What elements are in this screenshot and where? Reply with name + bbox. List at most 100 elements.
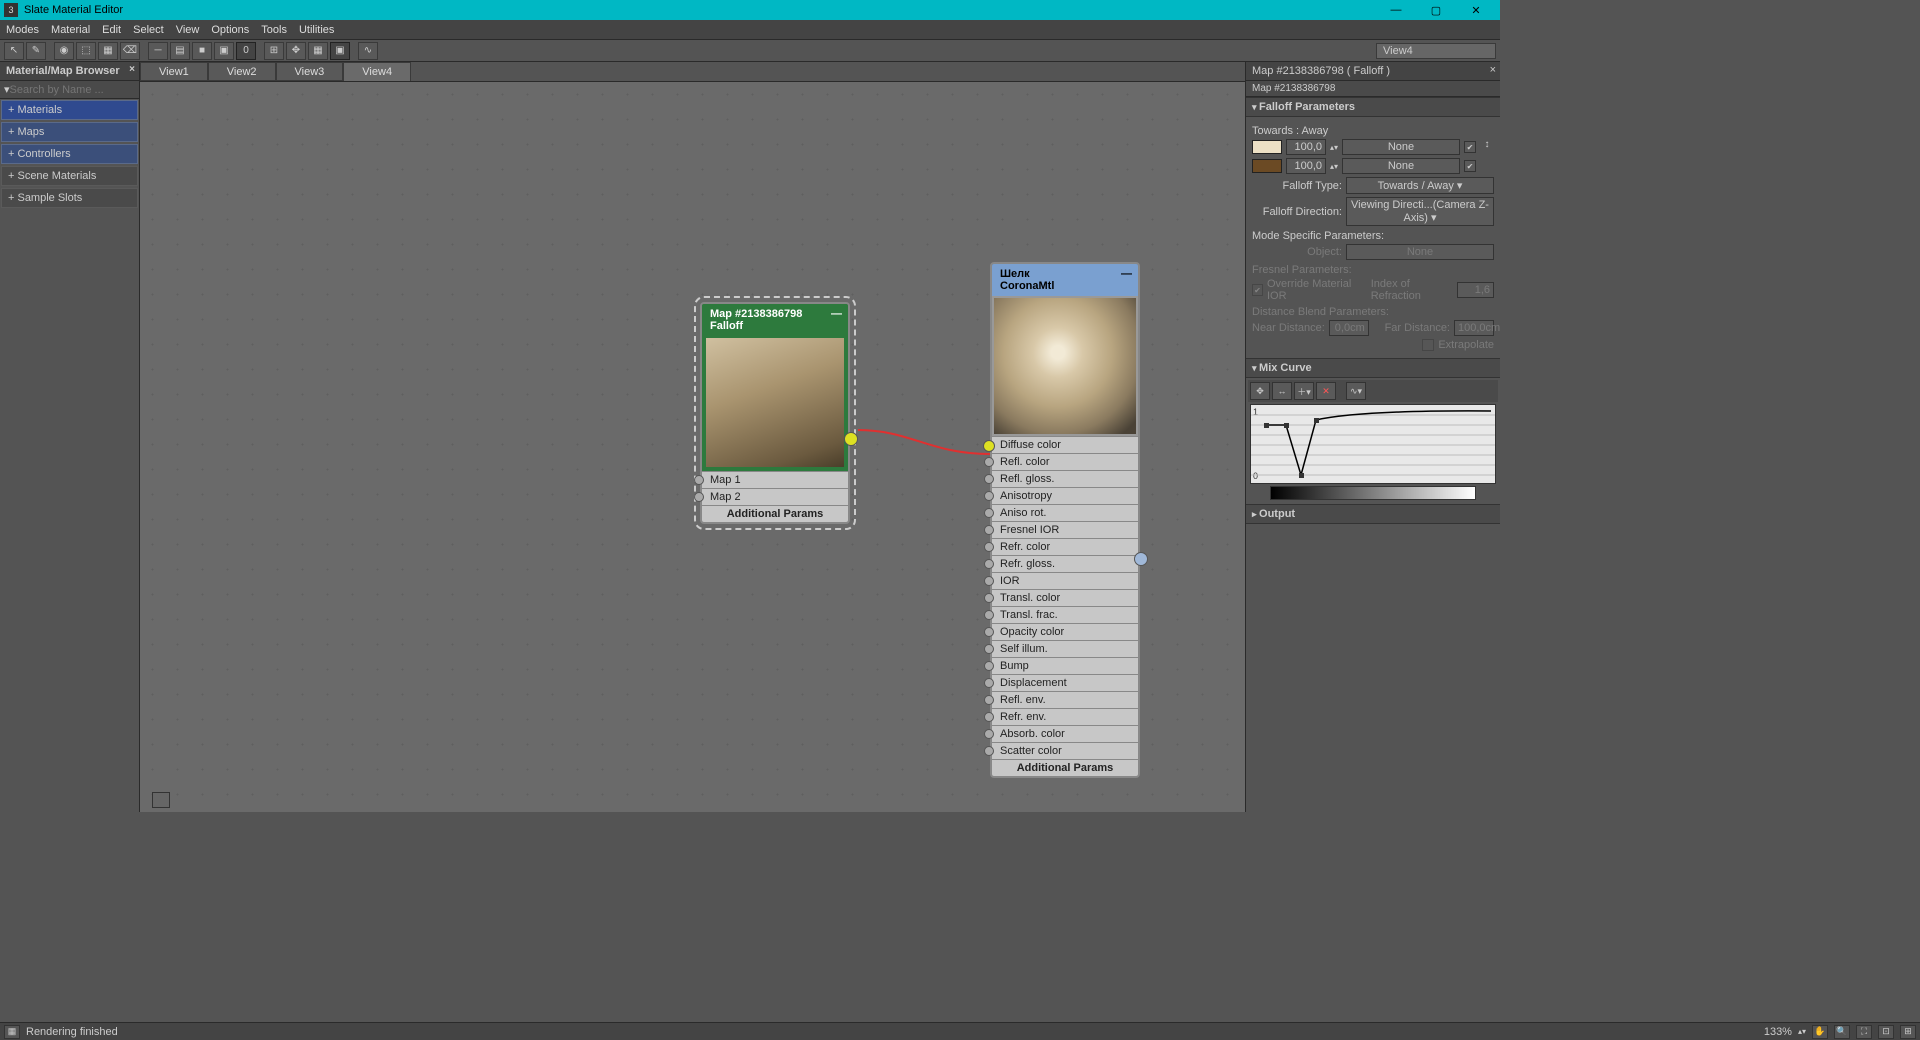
tab-view1[interactable]: View1: [140, 62, 208, 81]
menu-options[interactable]: Options: [211, 24, 249, 36]
color-swatch-2[interactable]: [1252, 159, 1282, 173]
socket-icon[interactable]: [984, 729, 994, 739]
menu-view[interactable]: View: [176, 24, 200, 36]
tool-wire-icon[interactable]: ─: [148, 42, 168, 60]
rollout-output[interactable]: Output: [1246, 504, 1500, 524]
falloff-node-header[interactable]: Map #2138386798 Falloff —: [702, 304, 848, 336]
corona-input-row[interactable]: Diffuse color: [992, 436, 1138, 453]
corona-input-row[interactable]: Refl. env.: [992, 691, 1138, 708]
corona-input-row[interactable]: Fresnel IOR: [992, 521, 1138, 538]
spinner-value-2[interactable]: 100,0: [1286, 158, 1326, 174]
pan-icon[interactable]: ✋: [1812, 1025, 1828, 1039]
falloff-output-socket[interactable]: [844, 432, 858, 446]
spinner-value-1[interactable]: 100,0: [1286, 139, 1326, 155]
rollout-falloff-parameters[interactable]: Falloff Parameters: [1246, 97, 1500, 117]
curve-move-icon[interactable]: ✥: [1250, 382, 1270, 400]
layout-icon[interactable]: ⊞: [1900, 1025, 1916, 1039]
minimize-icon[interactable]: —: [1121, 268, 1132, 280]
menu-edit[interactable]: Edit: [102, 24, 121, 36]
corona-input-row[interactable]: Scatter color: [992, 742, 1138, 759]
menu-modes[interactable]: Modes: [6, 24, 39, 36]
cat-materials[interactable]: + Materials: [1, 100, 138, 120]
falloff-additional-params[interactable]: Additional Params: [702, 505, 848, 522]
diffuse-input-socket[interactable]: [983, 440, 995, 452]
zoom-icon[interactable]: 🔍: [1834, 1025, 1850, 1039]
corona-input-row[interactable]: Opacity color: [992, 623, 1138, 640]
tool-put-icon[interactable]: ⬚: [76, 42, 96, 60]
socket-icon[interactable]: [984, 610, 994, 620]
menu-utilities[interactable]: Utilities: [299, 24, 334, 36]
browser-close-icon[interactable]: ×: [129, 64, 135, 75]
socket-icon[interactable]: [984, 593, 994, 603]
corona-input-row[interactable]: Anisotropy: [992, 487, 1138, 504]
menu-select[interactable]: Select: [133, 24, 164, 36]
corona-node[interactable]: Шелк CoronaMtl — Diffuse colorRefl. colo…: [990, 262, 1140, 778]
dropdown-falloff-direction[interactable]: Viewing Directi...(Camera Z-Axis) ▾: [1346, 197, 1494, 226]
corona-input-row[interactable]: Transl. frac.: [992, 606, 1138, 623]
socket-icon[interactable]: [984, 678, 994, 688]
socket-icon[interactable]: [984, 627, 994, 637]
corona-input-row[interactable]: Aniso rot.: [992, 504, 1138, 521]
corona-input-row[interactable]: Transl. color: [992, 589, 1138, 606]
corona-input-row[interactable]: Displacement: [992, 674, 1138, 691]
rollout-mix-curve[interactable]: Mix Curve: [1246, 358, 1500, 378]
color-swatch-1[interactable]: [1252, 140, 1282, 154]
corona-input-row[interactable]: Absorb. color: [992, 725, 1138, 742]
curve-add-icon[interactable]: ＋▾: [1294, 382, 1314, 400]
cat-maps[interactable]: + Maps: [1, 122, 138, 142]
map-slot-2[interactable]: None: [1342, 158, 1460, 174]
tool-checker-icon[interactable]: ▣: [214, 42, 234, 60]
minimize-button[interactable]: —: [1376, 1, 1416, 19]
socket-icon[interactable]: [984, 746, 994, 756]
tool-nav-icon[interactable]: ▦: [308, 42, 328, 60]
zoom-region-icon[interactable]: ⊡: [1878, 1025, 1894, 1039]
curve-scale-icon[interactable]: ↔: [1272, 382, 1292, 400]
falloff-node[interactable]: Map #2138386798 Falloff — Map 1 Map 2 Ad…: [700, 302, 850, 524]
curve-delete-icon[interactable]: ✕: [1316, 382, 1336, 400]
tool-pick-icon[interactable]: ✎: [26, 42, 46, 60]
search-input[interactable]: [10, 84, 152, 96]
mix-curve-graph[interactable]: 1 0: [1250, 404, 1496, 484]
view-dropdown[interactable]: View4: [1376, 43, 1496, 59]
socket-icon[interactable]: [984, 695, 994, 705]
tab-view4[interactable]: View4: [343, 62, 411, 81]
tool-assign-icon[interactable]: ◉: [54, 42, 74, 60]
tool-preview-icon[interactable]: ▣: [330, 42, 350, 60]
falloff-map1-row[interactable]: Map 1: [702, 471, 848, 488]
check-1[interactable]: ✔: [1464, 141, 1476, 153]
tool-delete-icon[interactable]: ⌫: [120, 42, 140, 60]
socket-icon[interactable]: [694, 492, 704, 502]
tab-view2[interactable]: View2: [208, 62, 276, 81]
corona-input-row[interactable]: Refr. env.: [992, 708, 1138, 725]
socket-icon[interactable]: [694, 475, 704, 485]
cat-controllers[interactable]: + Controllers: [1, 144, 138, 164]
swap-arrows-icon[interactable]: ↕: [1480, 139, 1494, 150]
socket-icon[interactable]: [984, 661, 994, 671]
browser-search[interactable]: ▾: [0, 81, 139, 99]
socket-icon[interactable]: [984, 542, 994, 552]
tool-slot-icon[interactable]: ▦: [98, 42, 118, 60]
falloff-map2-row[interactable]: Map 2: [702, 488, 848, 505]
socket-icon[interactable]: [984, 474, 994, 484]
maximize-button[interactable]: ▢: [1416, 1, 1456, 19]
tool-arrow-icon[interactable]: ↖: [4, 42, 24, 60]
menu-material[interactable]: Material: [51, 24, 90, 36]
corona-input-row[interactable]: Refr. color: [992, 538, 1138, 555]
corona-node-header[interactable]: Шелк CoronaMtl —: [992, 264, 1138, 296]
socket-icon[interactable]: [984, 508, 994, 518]
corona-input-row[interactable]: Self illum.: [992, 640, 1138, 657]
curve-bezier-icon[interactable]: ∿▾: [1346, 382, 1366, 400]
socket-icon[interactable]: [984, 559, 994, 569]
tool-move-icon[interactable]: ✥: [286, 42, 306, 60]
bottom-handle-icon[interactable]: [152, 792, 170, 808]
socket-icon[interactable]: [984, 457, 994, 467]
tool-zero-icon[interactable]: 0: [236, 42, 256, 60]
corona-input-row[interactable]: Refl. gloss.: [992, 470, 1138, 487]
socket-icon[interactable]: [984, 491, 994, 501]
corona-additional-params[interactable]: Additional Params: [992, 759, 1138, 776]
dropdown-falloff-type[interactable]: Towards / Away ▾: [1346, 177, 1494, 194]
socket-icon[interactable]: [984, 576, 994, 586]
canvas[interactable]: Map #2138386798 Falloff — Map 1 Map 2 Ad…: [140, 82, 1245, 812]
tool-grid-icon[interactable]: ▤: [170, 42, 190, 60]
corona-input-row[interactable]: Refr. gloss.: [992, 555, 1138, 572]
